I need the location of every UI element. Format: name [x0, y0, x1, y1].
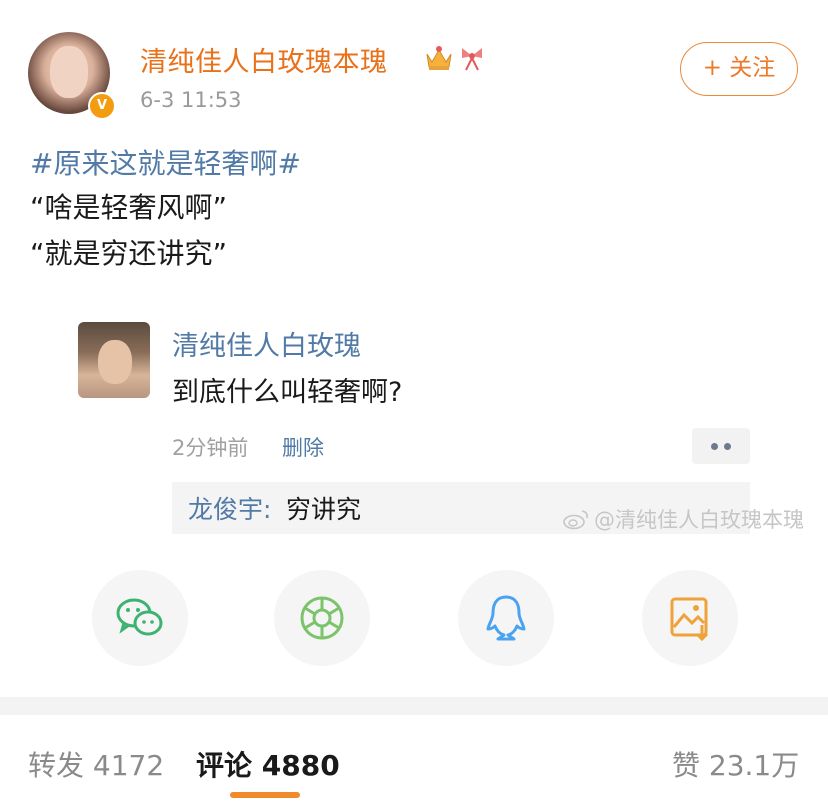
tab-like[interactable]: 赞 23.1万 — [672, 744, 799, 784]
hashtag-link[interactable]: #原来这就是轻奢啊# — [30, 142, 301, 182]
share-moments-button[interactable] — [274, 570, 370, 666]
section-divider — [0, 697, 828, 715]
wechat-icon — [116, 598, 163, 636]
delete-button[interactable]: 删除 — [282, 432, 324, 462]
post-text-line-1: “啥是轻奢风啊” — [30, 191, 228, 224]
share-wechat-button[interactable] — [92, 570, 188, 666]
comment-time: 2分钟前 — [172, 436, 249, 460]
tab-comment[interactable]: 评论 4880 — [196, 744, 340, 784]
crown-badge-icon — [426, 46, 452, 70]
weibo-logo-icon — [563, 510, 588, 530]
tab-repost[interactable]: 转发 4172 — [28, 744, 164, 784]
post-time: 6-3 11:53 — [140, 88, 242, 112]
comment-text: 到底什么叫轻奢啊? — [172, 377, 403, 408]
save-image-icon — [670, 597, 709, 641]
qq-icon — [486, 595, 526, 641]
author-username[interactable]: 清纯佳人白玫瑰本瑰 — [140, 40, 388, 79]
moments-icon — [300, 596, 344, 640]
reply-text: 穷讲究 — [286, 495, 362, 524]
commenter-username[interactable]: 清纯佳人白玫瑰 — [172, 324, 361, 363]
ribbon-badge-icon — [462, 48, 482, 71]
reply-username[interactable]: 龙俊宇: — [188, 490, 271, 526]
more-options-button[interactable] — [692, 428, 750, 464]
post-text-line-2: “就是穷还讲究” — [30, 237, 228, 270]
verified-badge-icon: V — [88, 92, 116, 120]
share-qq-button[interactable] — [458, 570, 554, 666]
commenter-avatar[interactable] — [78, 322, 150, 398]
watermark-text: @清纯佳人白玫瑰本瑰 — [594, 508, 804, 532]
dot-icon — [724, 442, 731, 450]
follow-button[interactable]: + 关注 — [680, 42, 798, 96]
active-tab-indicator — [230, 792, 300, 798]
dot-icon — [711, 442, 718, 450]
watermark: @清纯佳人白玫瑰本瑰 — [562, 504, 804, 534]
save-image-button[interactable] — [642, 570, 738, 666]
